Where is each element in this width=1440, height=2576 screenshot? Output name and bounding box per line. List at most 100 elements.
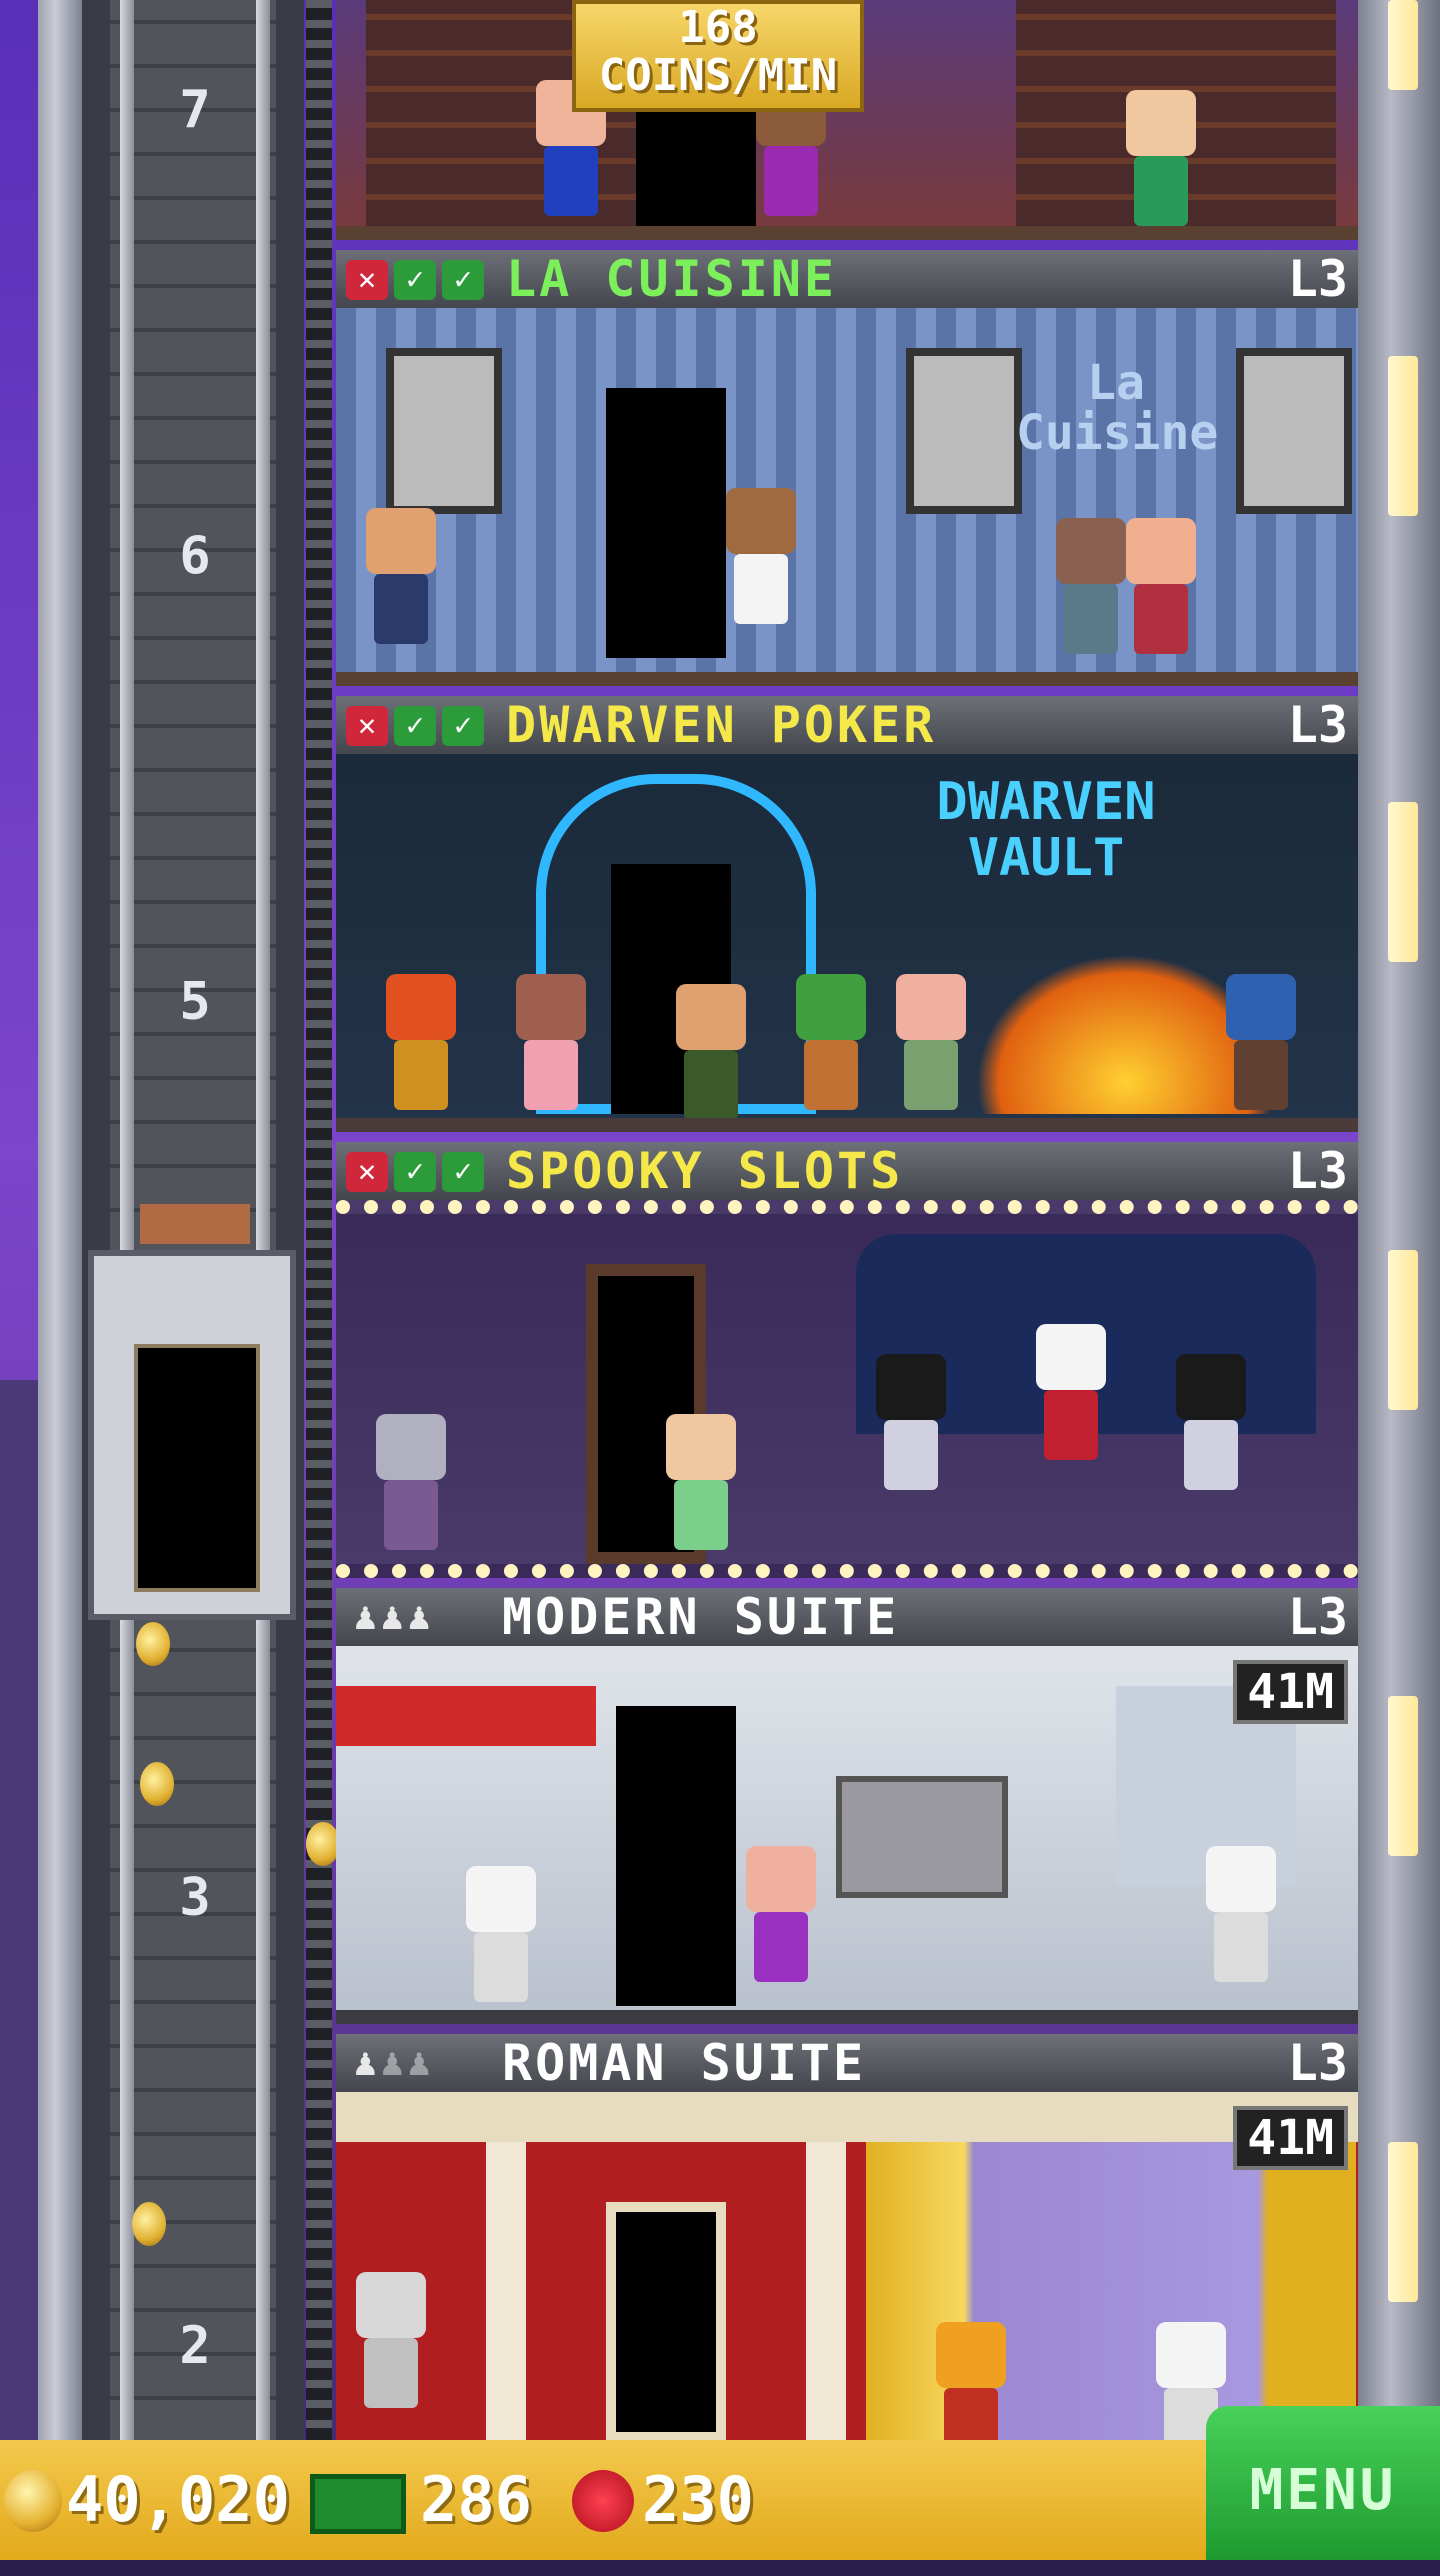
left-tower-pillar <box>38 0 82 2440</box>
falling-coin-icon[interactable] <box>140 1762 174 1806</box>
stock-out-icon: ✕ <box>346 706 388 746</box>
floor-boards <box>336 2010 1358 2024</box>
stock-ok-icon: ✓ <box>442 1152 484 1192</box>
floor-header[interactable]: ♟♟♟ ROMAN SUITE L3 <box>336 2034 1358 2092</box>
person-icon: ♟ <box>354 2040 381 2084</box>
roman-column <box>806 2142 846 2440</box>
bitizen-sprite[interactable] <box>366 508 436 644</box>
room-interior: DWARVEN VAULT <box>336 754 1358 1132</box>
floor-header[interactable]: ♟♟♟ MODERN SUITE L3 <box>336 1588 1358 1646</box>
falling-coin-icon[interactable] <box>136 1622 170 1666</box>
floor-modern-suite[interactable]: ♟♟♟ MODERN SUITE L3 41M <box>336 1588 1358 2034</box>
bux-balance[interactable]: 286 <box>420 2462 532 2538</box>
dwarf-sprite[interactable] <box>1226 974 1296 1110</box>
room-interior: 41M <box>336 2092 1358 2440</box>
dwarf-sprite[interactable] <box>386 974 456 1110</box>
menu-button[interactable]: MENU <box>1206 2406 1440 2560</box>
la-cuisine-sign: La Cuisine <box>1016 355 1219 461</box>
statue-sprite[interactable] <box>356 2272 426 2408</box>
stock-ok-icon: ✓ <box>394 260 436 300</box>
floor-header[interactable]: ✕ ✓ ✓ DWARVEN POKER L3 <box>336 696 1358 754</box>
stock-status: ✕ ✓ ✓ <box>346 1152 496 1192</box>
bitizen-sprite[interactable] <box>1056 518 1126 654</box>
stock-status: ✕ ✓ ✓ <box>346 260 496 300</box>
floor-level: L3 <box>1287 1142 1348 1200</box>
falling-coin-icon[interactable] <box>132 2202 166 2246</box>
elevator-chain <box>306 0 332 2440</box>
gem-balance[interactable]: 230 <box>642 2462 754 2538</box>
slot-machine[interactable] <box>876 1354 946 1490</box>
wall-lamp <box>1388 0 1418 90</box>
bux-icon <box>310 2474 406 2534</box>
floor-level: L3 <box>1287 696 1348 754</box>
floor-header[interactable]: ✕ ✓ ✓ LA CUISINE L3 <box>336 250 1358 308</box>
bitizen-sprite[interactable] <box>516 974 586 1110</box>
elevator-door <box>134 1344 260 1592</box>
elevator-car[interactable] <box>88 1204 296 1620</box>
chef-sprite[interactable] <box>726 488 796 624</box>
elevator-roof <box>140 1204 250 1244</box>
person-icon: ♟ <box>354 1594 381 1638</box>
falling-coin-icon[interactable] <box>306 1822 340 1866</box>
bitizen-sprite[interactable] <box>1126 90 1196 226</box>
stormtrooper-sprite[interactable] <box>1206 1846 1276 1982</box>
person-icon: ♟ <box>380 2040 408 2084</box>
wall-lamp <box>1388 2142 1418 2302</box>
floor-la-cuisine[interactable]: ✕ ✓ ✓ LA CUISINE L3 La Cuisine <box>336 250 1358 696</box>
occupancy-indicator: ♟♟♟ <box>354 2040 435 2084</box>
coin-icon <box>4 2470 62 2532</box>
coin-balance[interactable]: 40,020 <box>66 2462 290 2538</box>
wall-lamp <box>1388 356 1418 516</box>
room-interior: La Cuisine <box>336 308 1358 686</box>
slot-machine[interactable] <box>1036 1324 1106 1460</box>
floor-boards <box>336 226 1358 240</box>
bitizen-sprite[interactable] <box>936 2322 1006 2440</box>
stock-ok-icon: ✓ <box>442 706 484 746</box>
floor-name: ROMAN SUITE <box>502 2034 867 2092</box>
ghoul-sprite[interactable] <box>376 1414 446 1550</box>
suite-door <box>606 2202 726 2440</box>
floor-number-2: 2 <box>179 2316 211 2376</box>
floor-spooky-slots[interactable]: ✕ ✓ ✓ SPOOKY SLOTS L3 <box>336 1142 1358 1588</box>
dwarven-vault-sign: DWARVEN VAULT <box>936 772 1156 888</box>
roman-column <box>486 2142 526 2440</box>
dwarf-sprite[interactable] <box>796 974 866 1110</box>
suite-price: 41M <box>1233 2106 1348 2170</box>
bitizen-sprite[interactable] <box>746 1846 816 1982</box>
person-icon: ♟ <box>380 1594 408 1638</box>
floor-name: DWARVEN POKER <box>506 696 937 754</box>
person-icon: ♟ <box>407 2040 435 2084</box>
room-interior: 41M <box>336 1646 1358 2024</box>
floor-roman-suite[interactable]: ♟♟♟ ROMAN SUITE L3 41M <box>336 2034 1358 2440</box>
bitizen-sprite[interactable] <box>666 1414 736 1550</box>
restaurant-door <box>606 388 726 658</box>
stock-out-icon: ✕ <box>346 1152 388 1192</box>
wall-art <box>836 1776 1008 1898</box>
wall-painting <box>906 348 1022 514</box>
coins-per-min-banner: 168 COINS/MIN <box>572 0 864 112</box>
bitizen-sprite[interactable] <box>1126 518 1196 654</box>
occupancy-indicator: ♟♟♟ <box>354 1594 435 1638</box>
floor-name: SPOOKY SLOTS <box>506 1142 904 1200</box>
stock-ok-icon: ✓ <box>394 706 436 746</box>
wall-lamp <box>1388 802 1418 962</box>
floor-level: L3 <box>1287 2034 1348 2092</box>
floor-dwarven-poker[interactable]: ✕ ✓ ✓ DWARVEN POKER L3 DWARVEN VAULT <box>336 696 1358 1142</box>
stock-status: ✕ ✓ ✓ <box>346 706 496 746</box>
elevator-rail-left <box>120 0 134 2440</box>
bitizen-sprite[interactable] <box>896 974 966 1110</box>
suite-door <box>616 1706 736 2006</box>
gem-icon <box>572 2470 634 2532</box>
floor-boards <box>336 1118 1358 1132</box>
stormtrooper-sprite[interactable] <box>466 1866 536 2002</box>
floor-header[interactable]: ✕ ✓ ✓ SPOOKY SLOTS L3 <box>336 1142 1358 1200</box>
wall-lamp <box>1388 1696 1418 1856</box>
roman-frieze <box>336 2092 1358 2142</box>
floor-number-3: 3 <box>179 1868 211 1928</box>
wall-painting <box>1236 348 1352 514</box>
room-interior <box>336 1200 1358 1578</box>
person-icon: ♟ <box>407 1594 435 1638</box>
elevator-rail-right <box>256 0 270 2440</box>
slot-machine[interactable] <box>1176 1354 1246 1490</box>
bitizen-sprite[interactable] <box>676 984 746 1120</box>
